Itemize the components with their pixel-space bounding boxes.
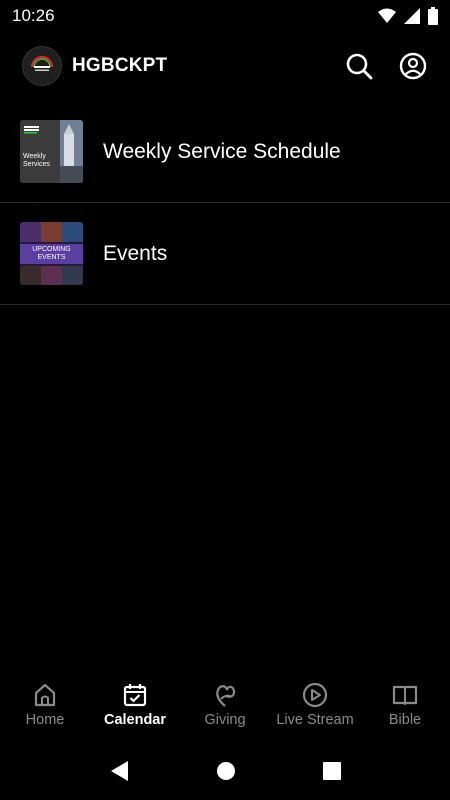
events-thumb-text: UPCOMING EVENTS: [32, 246, 71, 261]
giving-icon: [216, 685, 236, 707]
events-thumbnail: UPCOMING EVENTS: [20, 222, 83, 285]
app-header: HGBCKPT: [0, 40, 450, 92]
calendar-icon: [123, 684, 147, 707]
system-navigation-bar: [0, 742, 450, 800]
header-actions: [344, 51, 428, 81]
battery-icon: [428, 7, 438, 25]
calendar-list: Weekly Services Weekly Service Schedule …: [0, 101, 450, 305]
status-time: 10:26: [12, 6, 55, 25]
home-icon: [34, 683, 56, 707]
nav-label-live-stream: Live Stream: [276, 712, 354, 728]
play-circle-icon: [302, 682, 328, 708]
nav-item-bible[interactable]: Bible: [360, 672, 450, 742]
nav-label-giving: Giving: [204, 712, 246, 728]
status-bar: 10:26: [0, 0, 450, 32]
list-item-label: Events: [103, 241, 168, 265]
weekly-service-thumbnail: Weekly Services: [20, 120, 83, 183]
signal-icon: [404, 8, 420, 24]
nav-item-giving[interactable]: Giving: [180, 672, 270, 742]
back-icon[interactable]: [108, 760, 130, 782]
weekly-service-thumb-text: Weekly Services: [23, 153, 50, 168]
nav-item-home[interactable]: Home: [0, 672, 90, 742]
list-item-weekly-service[interactable]: Weekly Services Weekly Service Schedule: [0, 101, 450, 203]
search-button[interactable]: [344, 51, 374, 81]
weekly-service-image: [20, 120, 83, 183]
nav-label-bible: Bible: [388, 712, 422, 728]
nav-label-calendar: Calendar: [103, 712, 167, 728]
nav-item-live-stream[interactable]: Live Stream: [270, 672, 360, 742]
nav-label-home: Home: [25, 712, 65, 728]
list-item-events[interactable]: UPCOMING EVENTS Events: [0, 203, 450, 305]
church-logo-icon: [31, 56, 53, 71]
bottom-navigation: Home Calendar Giving Live Stream Bible: [0, 672, 450, 742]
search-icon: [346, 53, 373, 80]
nav-item-calendar[interactable]: Calendar: [90, 672, 180, 742]
recents-icon[interactable]: [322, 761, 342, 781]
book-icon: [392, 685, 418, 706]
app-title: HGBCKPT: [72, 55, 168, 76]
status-icons: [378, 7, 438, 25]
home-circle-icon[interactable]: [216, 761, 236, 781]
account-icon: [399, 52, 427, 80]
wifi-icon: [378, 8, 396, 23]
app-logo-avatar[interactable]: [22, 46, 62, 86]
list-item-label: Weekly Service Schedule: [103, 139, 341, 163]
account-button[interactable]: [398, 51, 428, 81]
